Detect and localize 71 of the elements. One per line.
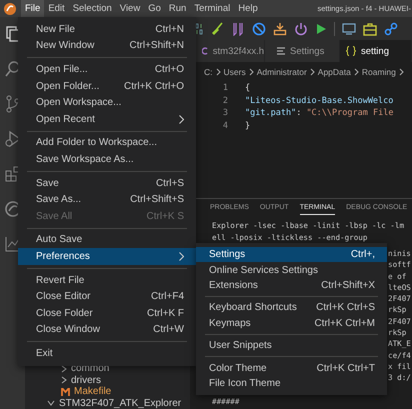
toolbox-icon[interactable] [363,22,377,36]
menu-item[interactable]: Preferences [18,248,196,265]
menu-item[interactable]: Close Folder Ctrl+K F [18,304,196,322]
c-file-icon [202,46,208,56]
menu-item[interactable]: Revert File [18,272,196,288]
chevron-right-icon [398,68,404,76]
chevron-right-icon [354,68,359,76]
editor-tab[interactable]: setting [340,40,412,62]
menu-item[interactable]: Edit [44,0,69,17]
explorer-item[interactable]: Makefile [74,386,112,398]
app-logo-icon [3,2,17,16]
editor-tab[interactable]: Settings [265,40,340,62]
menu-item[interactable]: Close Window Ctrl+W [18,322,196,338]
menu-item[interactable]: View [116,0,144,17]
menu-item[interactable]: Run [164,0,190,17]
breadcrumb-item[interactable]: Users [224,66,246,76]
power-icon[interactable] [294,22,308,36]
chevron-down-icon [47,400,55,406]
makefile-icon [61,388,70,396]
menu-item[interactable]: Auto Save [18,232,196,248]
menu-item[interactable]: Online Services Settings [196,262,387,278]
menu-item[interactable]: Color Theme Ctrl+K Ctrl+T [196,360,387,376]
code-line: "Liteos-Studio-Base.ShowWelco [245,96,394,106]
no-entry-icon[interactable] [252,22,266,36]
menu-item[interactable]: Terminal [190,0,234,17]
menu-item[interactable]: Open Recent [18,110,196,128]
broom-icon[interactable] [210,22,224,36]
menu-item[interactable]: Extensions Ctrl+Shift+X [196,278,387,294]
link-icon[interactable] [384,22,398,36]
line-number: 1 [222,83,228,94]
menu-item[interactable]: Help [234,0,262,17]
menu-item[interactable]: Selection [68,0,116,17]
chevron-right-icon [310,68,315,76]
menu-item[interactable]: Keyboard Shortcuts Ctrl+K Ctrl+S [196,300,387,316]
menu-item[interactable]: File Icon Theme [196,376,387,392]
explorer-item[interactable]: STM32F407_ATK_Explorer [59,398,182,409]
chevron-right-icon [179,114,184,124]
menu-item[interactable]: Save Workspace As... [18,151,196,168]
chevron-right-icon [248,68,254,76]
braces-icon [346,46,356,56]
menu-item[interactable]: Keymaps Ctrl+K Ctrl+M [196,316,387,331]
explorer-item[interactable]: drivers [71,374,102,386]
breadcrumb-item[interactable]: Administrator [256,66,307,76]
menu-item[interactable]: New File Ctrl+N [18,21,196,38]
menu-item[interactable]: Save As... Ctrl+Shift+S [18,191,196,208]
code-line: "git.path": "C:\\Program File [245,108,394,118]
line-number: 3 [222,108,228,118]
code-line: } [245,120,250,131]
chevron-right-icon [179,252,184,261]
menu-item[interactable]: Open Folder... Ctrl+K Ctrl+O [18,78,196,94]
breadcrumb-item[interactable]: Roaming [362,66,396,76]
monitor-icon[interactable] [342,22,356,36]
line-number: 4 [222,120,228,131]
menu-item[interactable]: Close Editor Ctrl+F4 [18,288,196,305]
code-line: { [245,83,250,94]
menu-item[interactable]: File [21,0,44,17]
menu-item[interactable]: Settings Ctrl+, [196,247,387,262]
menu-item[interactable]: Open File... Ctrl+O [18,61,196,78]
menu-item[interactable]: Add Folder to Workspace... [18,134,196,152]
menu-item[interactable]: Open Workspace... [18,94,196,111]
line-number: 2 [222,96,228,106]
menu-item[interactable]: Exit [18,345,196,362]
download-tray-icon[interactable] [273,22,287,36]
lines-icon [277,47,285,55]
breadcrumb-item[interactable]: AppData [318,66,351,76]
menu-item[interactable]: User Snippets [196,338,387,354]
menu-item[interactable]: Save Ctrl+S [18,174,196,192]
chevron-right-icon [216,68,220,76]
play-icon[interactable] [315,22,327,34]
breadcrumb-item[interactable]: C: [204,66,212,76]
menu-item[interactable]: Go [144,0,165,17]
